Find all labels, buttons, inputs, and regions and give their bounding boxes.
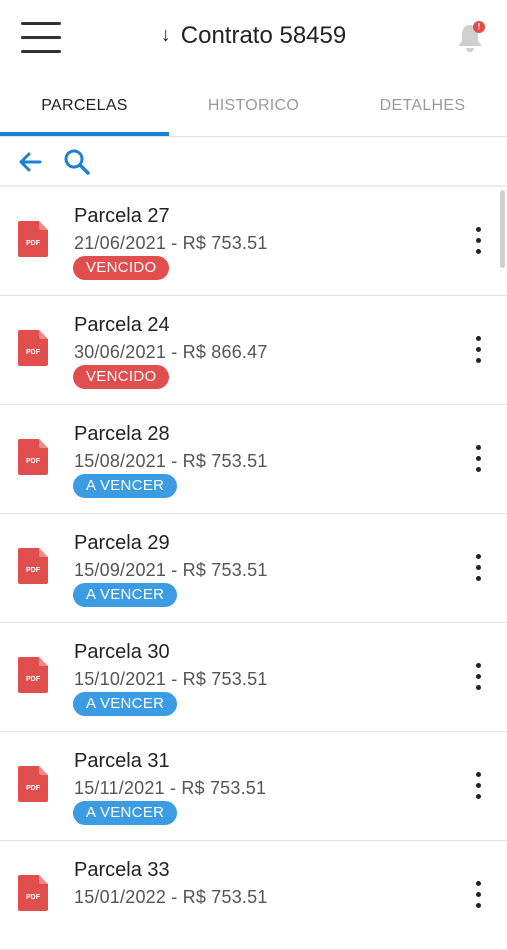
parcela-title: Parcela 30	[74, 641, 170, 663]
list-item[interactable]: PDF Parcela 31 15/11/2021 - R$ 753.51 A …	[0, 732, 507, 841]
svg-text:PDF: PDF	[26, 240, 41, 247]
active-tab-indicator	[0, 132, 169, 136]
contract-title: Contrato 58459	[180, 22, 347, 49]
parcela-title: Parcela 31	[74, 750, 170, 772]
arrow-down-icon: ↓	[160, 24, 171, 46]
parcela-title: Parcela 24	[74, 314, 170, 336]
app-header: ↓ Contrato 58459 !	[0, 0, 507, 76]
parcelas-list: PDF Parcela 27 21/06/2021 - R$ 753.51 VE…	[0, 187, 507, 950]
list-item[interactable]: PDF Parcela 29 15/09/2021 - R$ 753.51 A …	[0, 514, 507, 623]
pdf-file-icon[interactable]: PDF	[18, 548, 48, 584]
notification-bell-icon[interactable]: !	[455, 21, 487, 56]
parcela-date-amount: 30/06/2021 - R$ 866.47	[74, 342, 268, 362]
more-options-icon[interactable]	[468, 881, 488, 911]
more-options-icon[interactable]	[468, 663, 488, 693]
status-badge: A VENCER	[73, 583, 178, 607]
tab-detalhes[interactable]: DETALHES	[338, 76, 507, 136]
svg-text:PDF: PDF	[26, 785, 41, 792]
more-options-icon[interactable]	[468, 227, 488, 257]
list-item[interactable]: PDF Parcela 24 30/06/2021 - R$ 866.47 VE…	[0, 296, 507, 405]
more-options-icon[interactable]	[468, 554, 488, 584]
list-item[interactable]: PDF Parcela 28 15/08/2021 - R$ 753.51 A …	[0, 405, 507, 514]
pdf-file-icon[interactable]: PDF	[18, 330, 48, 366]
list-toolbar	[0, 137, 507, 187]
status-badge: VENCIDO	[73, 365, 170, 389]
svg-text:PDF: PDF	[26, 567, 41, 574]
notification-badge: !	[473, 21, 485, 33]
parcela-date-amount: 15/01/2022 - R$ 753.51	[74, 887, 268, 907]
pdf-file-icon[interactable]: PDF	[18, 439, 48, 475]
status-badge: A VENCER	[73, 692, 178, 716]
status-badge: VENCIDO	[73, 256, 170, 280]
page-title[interactable]: ↓ Contrato 58459	[0, 22, 507, 50]
parcela-date-amount: 15/08/2021 - R$ 753.51	[74, 451, 268, 471]
more-options-icon[interactable]	[468, 445, 488, 475]
parcela-date-amount: 15/11/2021 - R$ 753.51	[74, 778, 267, 798]
parcela-date-amount: 15/09/2021 - R$ 753.51	[74, 560, 268, 580]
list-item[interactable]: PDF Parcela 30 15/10/2021 - R$ 753.51 A …	[0, 623, 507, 732]
search-icon[interactable]	[62, 147, 92, 177]
svg-text:PDF: PDF	[26, 676, 41, 683]
scrollbar[interactable]	[500, 190, 505, 268]
parcela-title: Parcela 28	[74, 423, 170, 445]
parcela-title: Parcela 29	[74, 532, 170, 554]
parcela-title: Parcela 27	[74, 205, 170, 227]
pdf-file-icon[interactable]: PDF	[18, 875, 48, 911]
svg-text:PDF: PDF	[26, 349, 41, 356]
tab-parcelas[interactable]: PARCELAS	[0, 76, 169, 136]
status-badge: A VENCER	[73, 801, 178, 825]
pdf-file-icon[interactable]: PDF	[18, 221, 48, 257]
list-item[interactable]: PDF Parcela 27 21/06/2021 - R$ 753.51 VE…	[0, 187, 507, 296]
more-options-icon[interactable]	[468, 772, 488, 802]
pdf-file-icon[interactable]: PDF	[18, 766, 48, 802]
tab-historico[interactable]: HISTORICO	[169, 76, 338, 136]
pdf-file-icon[interactable]: PDF	[18, 657, 48, 693]
parcela-date-amount: 21/06/2021 - R$ 753.51	[74, 233, 268, 253]
more-options-icon[interactable]	[468, 336, 488, 366]
parcela-title: Parcela 33	[74, 859, 170, 881]
list-item[interactable]: PDF Parcela 33 15/01/2022 - R$ 753.51	[0, 841, 507, 950]
parcela-date-amount: 15/10/2021 - R$ 753.51	[74, 669, 268, 689]
arrow-left-icon[interactable]	[15, 147, 45, 177]
status-badge: A VENCER	[73, 474, 178, 498]
tab-bar: PARCELAS HISTORICO DETALHES	[0, 76, 507, 137]
svg-text:PDF: PDF	[26, 458, 41, 465]
